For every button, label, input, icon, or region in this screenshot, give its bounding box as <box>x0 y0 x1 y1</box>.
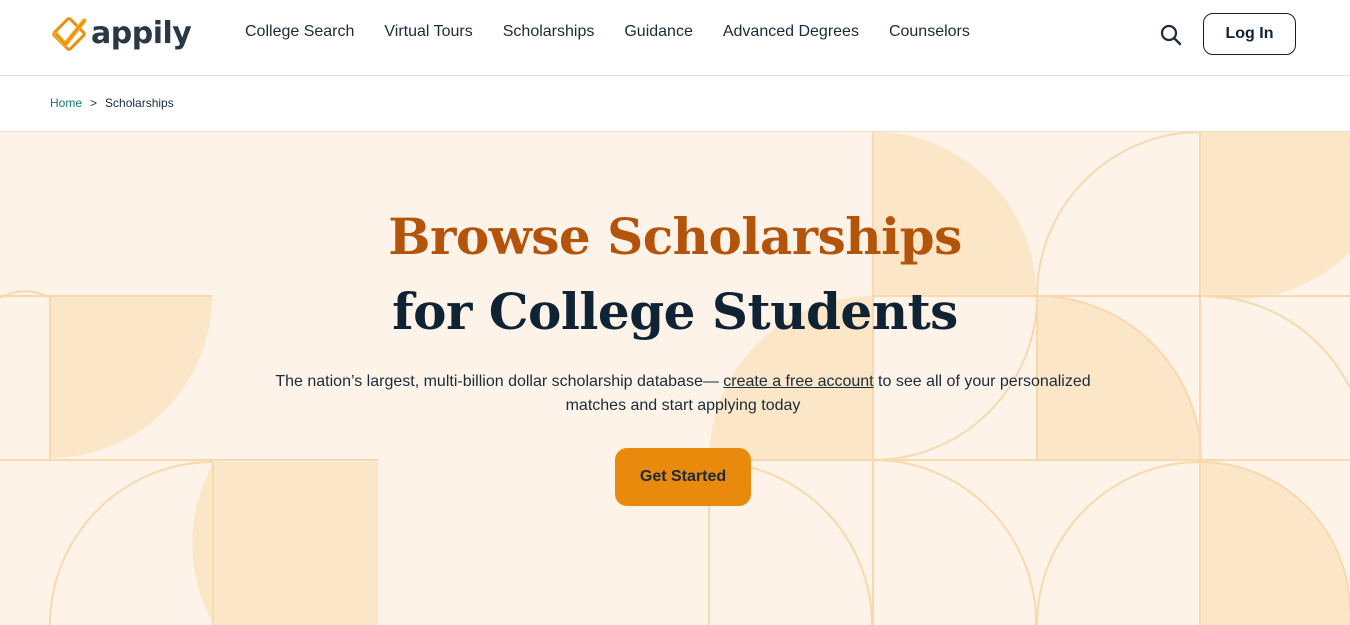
nav-item-college-search[interactable]: College Search <box>245 22 354 42</box>
hero-title-line-1: Browse Scholarships <box>388 207 962 266</box>
login-button[interactable]: Log In <box>1203 13 1296 55</box>
breadcrumb-bar: Home > Scholarships <box>0 76 1350 132</box>
brand-name: appily <box>91 16 192 51</box>
hero-subtitle: The nation’s largest, multi-billion doll… <box>275 370 1091 418</box>
hero-title-line-2: for College Students <box>392 282 958 341</box>
nav-item-counselors[interactable]: Counselors <box>889 22 970 42</box>
appily-logo[interactable]: appily <box>50 14 192 54</box>
breadcrumb: Home > Scholarships <box>50 96 174 110</box>
hero-section: Browse Scholarships for College Students… <box>0 132 1350 625</box>
site-header: appily College Search Virtual Tours Scho… <box>0 0 1350 76</box>
search-button[interactable] <box>1158 22 1184 48</box>
nav-item-advanced-degrees[interactable]: Advanced Degrees <box>723 22 859 42</box>
checkmark-diamond-icon <box>52 17 87 51</box>
search-icon <box>1160 24 1182 46</box>
breadcrumb-home-link[interactable]: Home <box>50 96 82 110</box>
hero-subtitle-text-start: The nation’s largest, multi-billion doll… <box>275 373 724 390</box>
breadcrumb-current: Scholarships <box>105 96 174 110</box>
get-started-button[interactable]: Get Started <box>615 448 751 506</box>
breadcrumb-separator: > <box>90 96 98 110</box>
nav-item-virtual-tours[interactable]: Virtual Tours <box>384 22 472 42</box>
main-nav: College Search Virtual Tours Scholarship… <box>245 22 1000 42</box>
nav-item-scholarships[interactable]: Scholarships <box>503 22 595 42</box>
nav-item-guidance[interactable]: Guidance <box>624 22 693 42</box>
create-account-link[interactable]: create a free account <box>723 373 873 390</box>
